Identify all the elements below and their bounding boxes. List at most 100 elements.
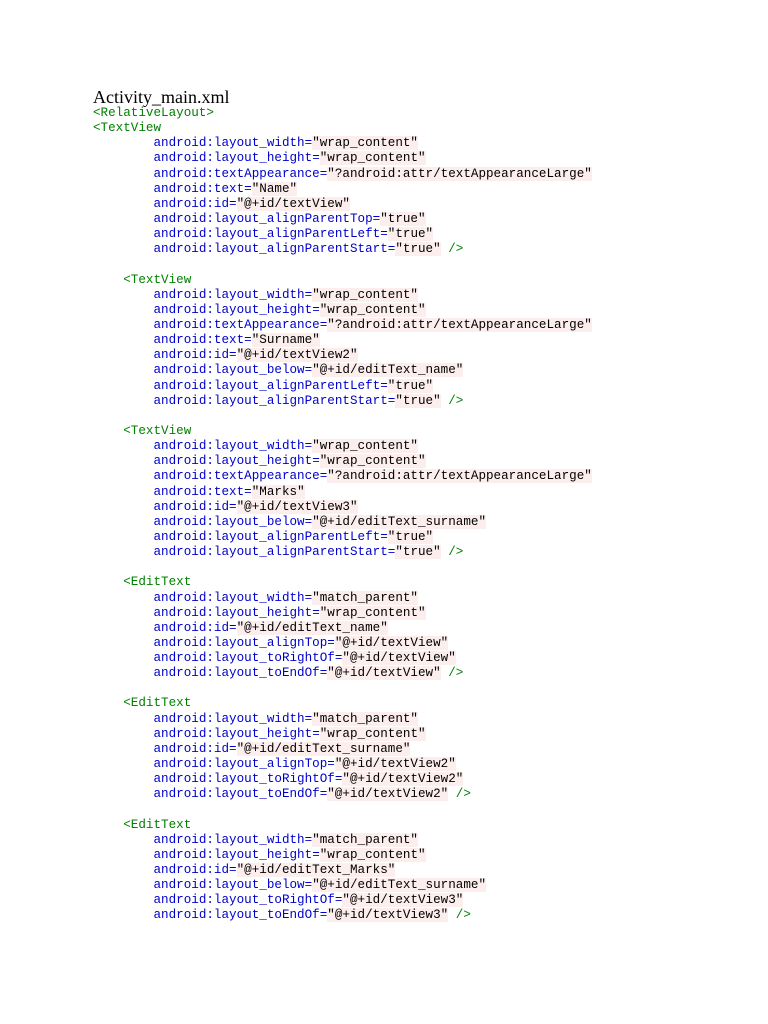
code-line: android:layout_width="match_parent": [93, 832, 753, 848]
code-line: <TextView: [93, 424, 753, 439]
xml-attribute-name: android:text: [153, 333, 245, 348]
xml-attribute-name: android:layout_toRightOf: [153, 893, 335, 908]
code-line: <TextView: [93, 121, 753, 136]
document-title: Activity_main.xml: [93, 87, 230, 107]
code-line: <EditText: [93, 818, 753, 833]
code-line: android:layout_height="wrap_content": [93, 726, 753, 742]
xml-attribute-name: android:layout_width: [153, 832, 305, 847]
xml-tag: <TextView: [123, 423, 192, 438]
code-line: android:id="@+id/textView3": [93, 499, 753, 515]
xml-attribute-name: android:layout_height: [153, 605, 313, 620]
xml-equals-sign: =: [229, 620, 237, 635]
xml-attribute-name: android:layout_alignParentLeft: [153, 529, 381, 544]
code-line: android:layout_width="match_parent": [93, 711, 753, 727]
xml-attribute-value: "@+id/editText_surname": [236, 741, 411, 756]
xml-attribute-value: "@+id/editText_name": [236, 620, 388, 635]
xml-attribute-name: android:layout_toRightOf: [153, 651, 335, 666]
xml-attribute-value: "@+id/textView3": [236, 499, 358, 514]
xml-attribute-name: android:text: [153, 484, 245, 499]
xml-tag: <TextView: [93, 121, 162, 136]
xml-attribute-value: "true": [387, 227, 434, 242]
xml-attribute-name: android:textAppearance: [153, 469, 320, 484]
xml-tag: <EditText: [123, 575, 192, 590]
xml-equals-sign: =: [380, 378, 388, 393]
code-line: android:textAppearance="?android:attr/te…: [93, 469, 753, 484]
xml-attribute-value: "?android:attr/textAppearanceLarge": [327, 166, 592, 181]
code-line: android:layout_toEndOf="@+id/textView3" …: [93, 908, 753, 923]
xml-tag: <TextView: [123, 272, 192, 287]
xml-attribute-value: "wrap_content": [312, 287, 418, 302]
code-line: <TextView: [93, 273, 753, 288]
xml-attribute-name: android:id: [153, 741, 230, 756]
code-line: android:id="@+id/textView2": [93, 348, 753, 363]
code-line: android:id="@+id/editText_surname": [93, 741, 753, 757]
code-line: android:layout_height="wrap_content": [93, 454, 753, 469]
xml-attribute-value: "?android:attr/textAppearanceLarge": [327, 469, 592, 484]
xml-attribute-value: "?android:attr/textAppearanceLarge": [327, 317, 592, 332]
xml-attribute-name: android:layout_width: [153, 287, 305, 302]
xml-equals-sign: =: [327, 757, 335, 772]
code-line: android:layout_alignParentStart="true" /…: [93, 393, 753, 409]
code-line: android:layout_toRightOf="@+id/textView2…: [93, 772, 753, 787]
code-line: android:layout_toEndOf="@+id/textView" /…: [93, 666, 753, 681]
code-line: android:layout_width="match_parent": [93, 590, 753, 606]
xml-attribute-value: "@+id/textView": [236, 196, 350, 211]
code-line: <RelativeLayout>: [93, 106, 753, 121]
xml-attribute-value: "wrap_content": [319, 847, 426, 862]
xml-attribute-name: android:layout_height: [153, 847, 313, 862]
xml-tag-close: />: [440, 393, 464, 408]
xml-attribute-name: android:layout_width: [153, 439, 305, 454]
xml-attribute-name: android:layout_alignParentStart: [153, 393, 388, 408]
code-line: <EditText: [93, 575, 753, 590]
document-page: Activity_main.xml <RelativeLayout> <TextV…: [0, 0, 768, 1024]
xml-attribute-name: android:layout_below: [153, 878, 305, 893]
xml-attribute-name: android:text: [153, 181, 245, 196]
xml-tag-close: />: [448, 908, 471, 923]
xml-attribute-name: android:textAppearance: [153, 317, 320, 332]
xml-attribute-name: android:id: [153, 499, 230, 514]
xml-attribute-value: "@+id/textView": [342, 651, 456, 666]
code-line: android:text="Marks": [93, 484, 753, 500]
xml-attribute-name: android:layout_alignParentStart: [153, 242, 388, 257]
xml-attribute-value: "@+id/textView2": [236, 348, 358, 363]
code-line: android:layout_toRightOf="@+id/textView": [93, 651, 753, 666]
code-line: android:layout_alignParentTop="true": [93, 211, 753, 227]
xml-attribute-name: android:layout_below: [153, 363, 305, 378]
xml-attribute-name: android:layout_width: [153, 136, 305, 151]
xml-attribute-name: android:id: [153, 620, 230, 635]
xml-attribute-value: "true": [387, 529, 434, 544]
xml-attribute-name: android:layout_width: [153, 590, 305, 605]
code-line: android:layout_alignParentLeft="true": [93, 227, 753, 242]
xml-attribute-name: android:layout_height: [153, 454, 313, 469]
xml-attribute-value: "match_parent": [312, 832, 418, 847]
xml-attribute-value: "@+id/editText_name": [312, 363, 464, 378]
xml-attribute-name: android:layout_height: [153, 302, 313, 317]
xml-equals-sign: =: [312, 454, 320, 469]
code-line: android:id="@+id/editText_Marks": [93, 863, 753, 878]
code-line: android:textAppearance="?android:attr/te…: [93, 166, 753, 182]
xml-attribute-value: "wrap_content": [312, 136, 418, 151]
code-line: <EditText: [93, 696, 753, 711]
code-line: android:layout_alignParentLeft="true": [93, 378, 753, 394]
xml-equals-sign: =: [229, 741, 237, 756]
xml-attribute-value: "true": [387, 378, 434, 393]
xml-attribute-name: android:layout_alignTop: [153, 757, 328, 772]
xml-attribute-name: android:layout_alignParentLeft: [153, 227, 381, 242]
xml-tag-close: />: [440, 545, 464, 560]
xml-attribute-value: "wrap_content": [312, 439, 418, 454]
xml-attribute-name: android:layout_alignTop: [153, 635, 328, 650]
xml-attribute-name: android:id: [153, 196, 230, 211]
xml-equals-sign: =: [244, 181, 252, 196]
xml-attribute-name: android:layout_toEndOf: [153, 666, 320, 681]
xml-attribute-value: "@+id/textView3": [327, 908, 449, 923]
xml-equals-sign: =: [312, 151, 320, 166]
xml-attribute-value: "@+id/textView2": [334, 757, 456, 772]
xml-attribute-name: android:layout_toEndOf: [153, 787, 320, 802]
xml-attribute-name: android:layout_width: [153, 711, 305, 726]
xml-attribute-name: android:layout_alignParentLeft: [153, 378, 381, 393]
code-line: android:layout_height="wrap_content": [93, 151, 753, 166]
xml-attribute-name: android:layout_alignParentTop: [153, 211, 373, 226]
